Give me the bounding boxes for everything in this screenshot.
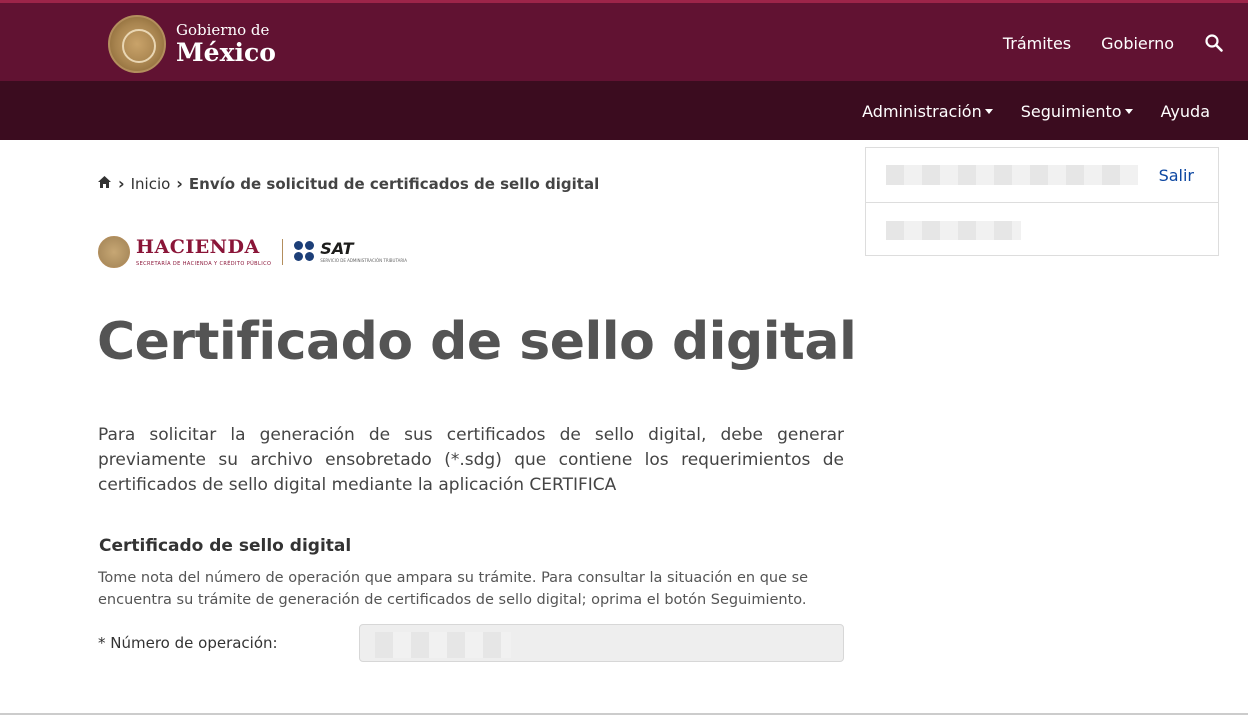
redacted-user-name [886, 165, 1138, 185]
logo-line2: México [176, 38, 276, 67]
nav-tramites[interactable]: Trámites [1003, 34, 1071, 53]
sat-dots-icon [294, 241, 316, 263]
home-icon[interactable] [97, 175, 112, 193]
page-divider [0, 713, 1248, 715]
caret-down-icon [1124, 109, 1133, 114]
operation-number-field[interactable] [359, 624, 844, 662]
hacienda-logo: HACIENDA SECRETARÍA DE HACIENDA Y CRÉDIT… [136, 235, 272, 267]
redacted-user-rfc [886, 221, 1021, 240]
breadcrumb: › Inicio › Envío de solicitud de certifi… [97, 174, 599, 193]
caret-down-icon [984, 109, 993, 114]
logo-divider [282, 239, 284, 265]
menu-ayuda[interactable]: Ayuda [1161, 102, 1210, 121]
sub-header: Administración Seguimiento Ayuda [0, 81, 1248, 140]
gobierno-logo[interactable]: Gobierno de México [108, 15, 276, 73]
logo-line1: Gobierno de [176, 21, 270, 39]
operation-number-label: * Número de operación: [98, 634, 278, 652]
user-panel: Salir [865, 147, 1219, 256]
page-title: Certificado de sello digital [97, 312, 857, 372]
menu-administracion[interactable]: Administración [862, 102, 993, 121]
chevron-right-icon: › [176, 174, 183, 193]
brand-logos: HACIENDA SECRETARÍA DE HACIENDA Y CRÉDIT… [98, 236, 407, 268]
top-header: Gobierno de México Trámites Gobierno [0, 0, 1248, 81]
chevron-right-icon: › [118, 174, 125, 193]
intro-paragraph: Para solicitar la generación de sus cert… [98, 425, 844, 495]
logout-link[interactable]: Salir [1159, 166, 1194, 185]
menu-administracion-label: Administración [862, 102, 982, 121]
nav-gobierno[interactable]: Gobierno [1101, 34, 1174, 53]
menu-seguimiento[interactable]: Seguimiento [1021, 102, 1133, 121]
sub-nav: Administración Seguimiento Ayuda [834, 102, 1210, 121]
menu-ayuda-label: Ayuda [1160, 102, 1210, 121]
redacted-operation-number [375, 632, 511, 658]
search-icon[interactable] [1204, 33, 1224, 53]
sat-logo: SAT SERVICIO DE ADMINISTRACIÓN TRIBUTARI… [294, 241, 407, 263]
section-title: Certificado de sello digital [99, 536, 352, 556]
breadcrumb-current: Envío de solicitud de certificados de se… [188, 174, 600, 193]
top-nav: Trámites Gobierno [973, 33, 1224, 53]
national-seal-icon [108, 15, 166, 73]
hacienda-seal-icon [98, 236, 130, 268]
breadcrumb-inicio[interactable]: Inicio [131, 175, 171, 193]
menu-seguimiento-label: Seguimiento [1020, 102, 1122, 121]
section-note: Tome nota del número de operación que am… [98, 570, 809, 608]
